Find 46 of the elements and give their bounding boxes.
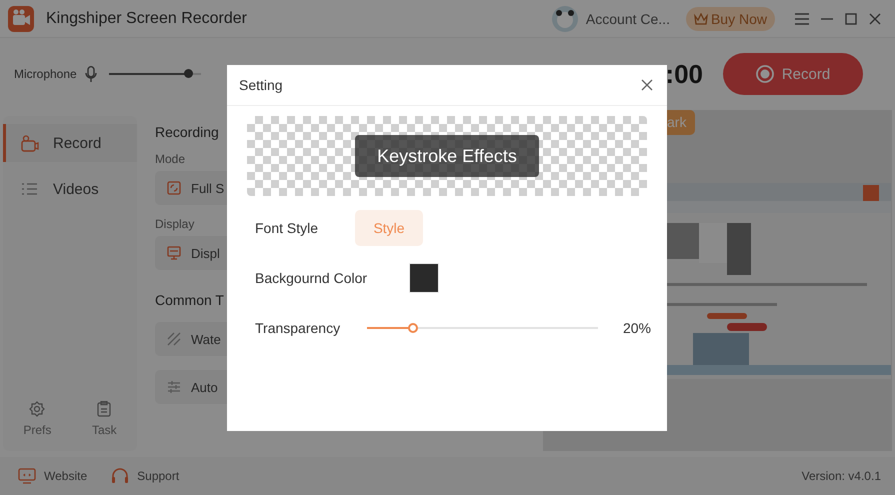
percentage-text: 20%	[622, 320, 651, 336]
field-label: Display	[155, 217, 196, 231]
version-text: Version: v4.0.1	[802, 469, 881, 483]
camera-icon	[21, 134, 39, 152]
footer-link[interactable]: Website	[18, 468, 88, 484]
dialog-title: Setting	[239, 77, 283, 93]
section-title: Recording	[155, 124, 220, 140]
window-title: Kingshiper Screen Recorder	[46, 10, 247, 28]
monitor-icon	[18, 468, 36, 484]
maximize-icon[interactable]	[845, 12, 857, 24]
avatar-icon[interactable]	[552, 6, 578, 32]
slider-thumb[interactable]	[184, 69, 193, 78]
section-title: Common T	[155, 292, 225, 308]
camera-logo-icon	[8, 6, 34, 32]
settings-button[interactable]: Prefs	[23, 401, 52, 437]
microphone-label: Microphone	[14, 67, 77, 81]
headset-icon	[111, 468, 130, 484]
record-button[interactable]: Record	[723, 53, 863, 95]
field-label: Transparency	[255, 320, 342, 336]
sliders-icon	[167, 380, 181, 394]
microphone-icon	[84, 66, 97, 82]
close-icon[interactable]	[869, 12, 881, 24]
keystroke-preview: Keystroke Effects	[355, 135, 539, 177]
record-icon	[756, 65, 774, 83]
monitor-icon	[167, 246, 181, 260]
fullscreen-icon	[167, 181, 181, 195]
field-label: Mode	[155, 152, 186, 166]
hatch-icon	[167, 332, 181, 346]
account-link[interactable]: Account Ce...	[586, 10, 670, 26]
slider-thumb[interactable]	[408, 323, 418, 333]
buy-now-button[interactable]: Buy Now	[686, 6, 775, 30]
gear-icon	[29, 401, 46, 417]
sidebar-item[interactable]: Videos	[3, 170, 137, 208]
timer-text: :00	[665, 58, 703, 90]
field-label: Backgournd Color	[255, 270, 368, 286]
footer-link[interactable]: Support	[111, 468, 180, 484]
style-button[interactable]: Style	[355, 210, 423, 246]
color-swatch[interactable]	[409, 263, 440, 293]
list-icon	[21, 180, 39, 198]
close-icon[interactable]	[641, 79, 653, 91]
menu-icon[interactable]	[795, 12, 809, 24]
sidebar-item[interactable]: Record	[3, 124, 137, 162]
clipboard-icon	[96, 401, 112, 417]
field-label: Font Style	[255, 220, 320, 236]
crown-icon	[694, 12, 708, 24]
task-button[interactable]: Task	[92, 401, 117, 437]
